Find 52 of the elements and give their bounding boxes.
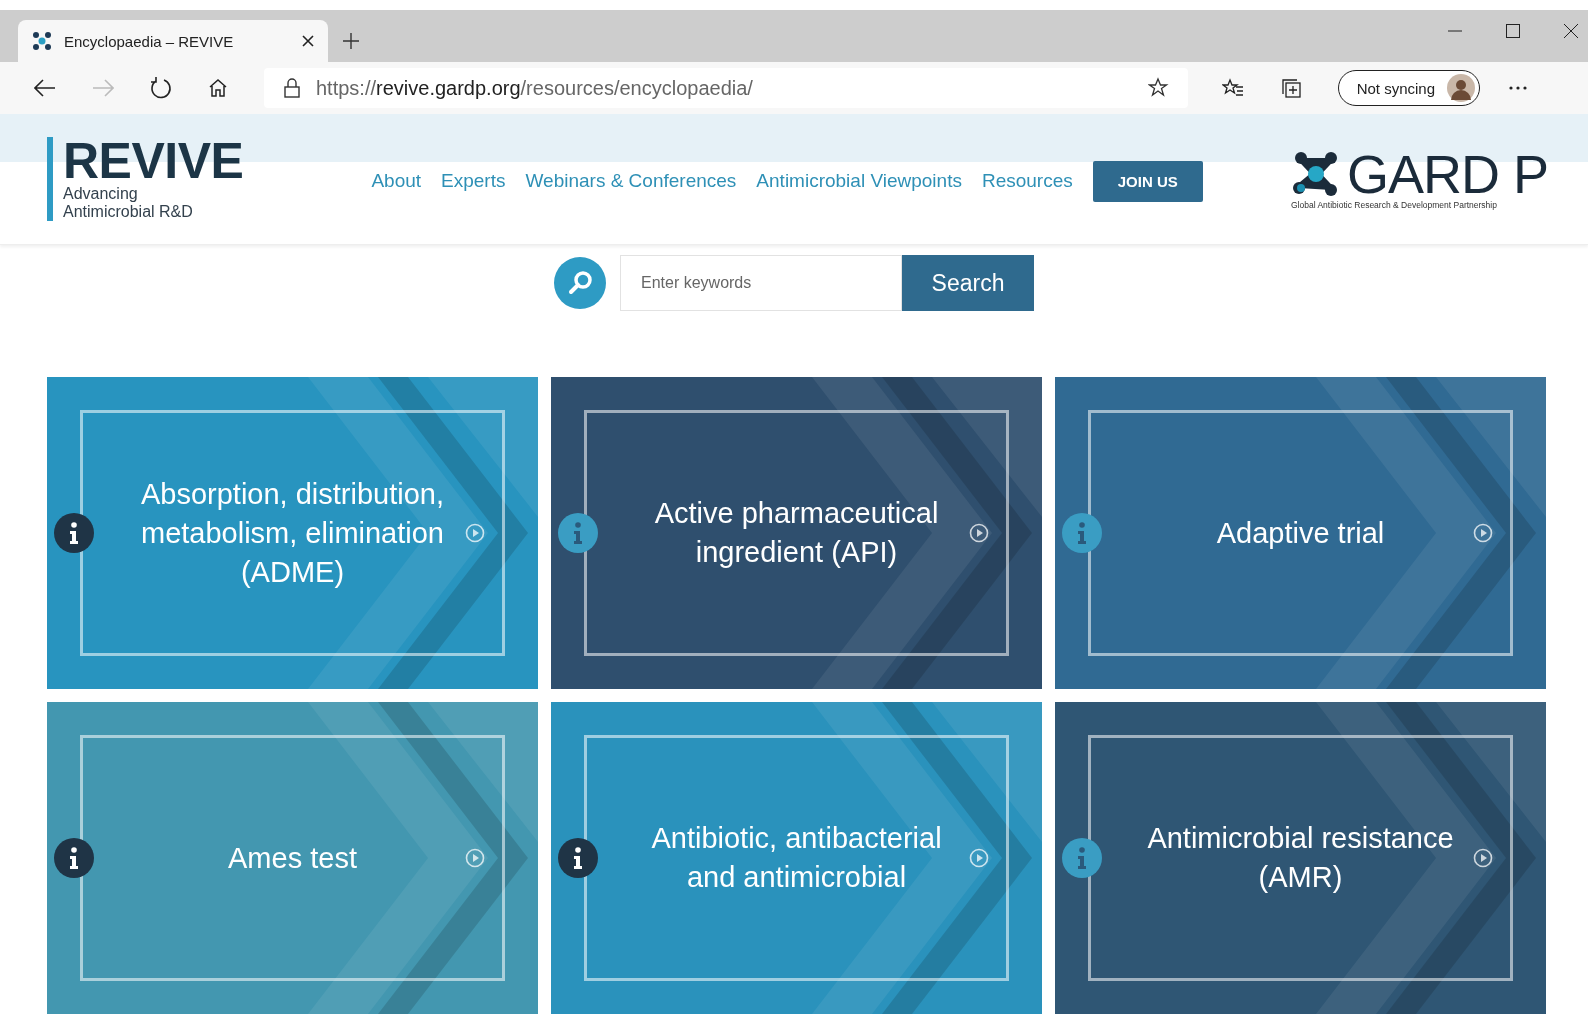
tab-title: Encyclopaedia – REVIVE [64, 32, 235, 50]
play-circle-icon[interactable] [1473, 848, 1493, 868]
info-icon[interactable] [54, 838, 94, 878]
tile-title: Antimicrobial resistance (AMR) [1146, 821, 1455, 895]
nav-link[interactable]: Resources [981, 170, 1073, 192]
topic-tile[interactable]: Adaptive trial [1055, 377, 1546, 689]
favorites-icon[interactable] [1221, 78, 1244, 98]
play-circle-icon[interactable] [1473, 523, 1493, 543]
revive-logo[interactable]: REVIVE Advancing Antimicrobial R&D [47, 137, 244, 221]
topic-tile[interactable]: Active pharmaceutical ingredient (API) [551, 377, 1042, 689]
play-circle-icon[interactable] [465, 848, 485, 868]
lock-icon [284, 78, 300, 98]
tile-title: Ames test [228, 840, 357, 876]
tile-title: Adaptive trial [1216, 515, 1385, 551]
partner-logo-text: GARD P [1346, 148, 1548, 200]
molecule-icon [32, 31, 52, 51]
tile-title: Antibiotic, antibacterial and antimicrobial [650, 821, 943, 895]
info-icon[interactable] [54, 513, 94, 553]
nav-link[interactable]: Experts [441, 170, 506, 192]
topic-tile[interactable]: Antimicrobial resistance (AMR) [1055, 702, 1546, 1014]
search-field[interactable]: Enter keywords [620, 255, 902, 311]
topic-tile[interactable]: Ames test [47, 702, 538, 1014]
more-icon[interactable] [1508, 85, 1528, 91]
topic-tile[interactable]: Absorption, distribution, metabolism, elimination (ADME) [47, 377, 538, 689]
url-text: https://revive.gardp.org/resources/encyclopaedia/ [316, 76, 754, 100]
info-icon[interactable] [558, 838, 598, 878]
collections-icon[interactable] [1279, 77, 1302, 99]
play-circle-icon[interactable] [969, 848, 989, 868]
avatar-icon [1447, 74, 1475, 102]
home-icon[interactable] [208, 78, 228, 98]
back-arrow-icon[interactable] [34, 79, 56, 97]
tile-title: Active pharmaceutical ingredient (API) [653, 496, 940, 570]
profile-button[interactable]: Not syncing [1337, 70, 1480, 106]
nav-link[interactable]: Antimicrobial Viewpoints [756, 170, 962, 192]
search-icon [554, 257, 606, 309]
star-icon[interactable] [1147, 77, 1170, 99]
tile-title: Absorption, distribution, metabolism, elimination (ADME) [139, 476, 446, 590]
reload-icon[interactable] [150, 77, 172, 99]
nav-link[interactable]: About [371, 170, 422, 192]
maximize-icon[interactable] [1506, 24, 1520, 38]
browser-tab[interactable]: Encyclopaedia – REVIVE [18, 20, 328, 62]
close-icon[interactable] [302, 35, 314, 47]
address-bar[interactable]: https://revive.gardp.org/resources/encyclopaedia/ [264, 68, 1188, 108]
plus-icon[interactable] [342, 32, 360, 50]
join-button[interactable]: JOIN US [1092, 160, 1203, 202]
partner-tagline: Global Antibiotic Research & Development Partnership [1290, 200, 1497, 210]
search-button[interactable]: Search [902, 255, 1034, 311]
close-icon[interactable] [1564, 24, 1578, 38]
topic-tile[interactable]: Antibiotic, antibacterial and antimicrobial [551, 702, 1042, 1014]
play-circle-icon[interactable] [465, 523, 485, 543]
nav-link[interactable]: Webinars & Conferences [525, 170, 737, 192]
play-circle-icon[interactable] [969, 523, 989, 543]
